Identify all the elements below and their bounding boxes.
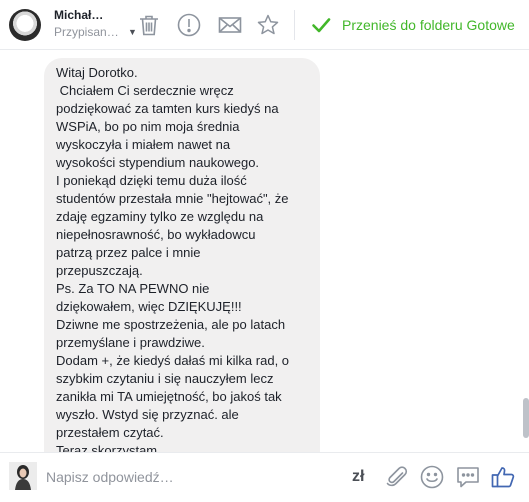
message-line: Teraz skorzystam <box>56 443 158 452</box>
message-line: Dziwne me spostrzeżenia, ale po latach <box>56 317 286 332</box>
like-icon[interactable] <box>490 464 516 490</box>
contact-name[interactable]: Michał… <box>54 8 103 22</box>
message-line: przepuszczają. <box>56 263 143 278</box>
star-icon[interactable] <box>255 12 281 38</box>
message-line: Ps. Za TO NA PEWNO nie <box>56 281 210 296</box>
message-line: zanikła mi TA umiejętność, bo jakoś tak <box>56 389 282 404</box>
alert-icon[interactable] <box>176 12 202 38</box>
message-line: zdaję egzaminy tylko ze względu na <box>56 209 264 224</box>
move-to-done-label: Przenieś do folderu Gotowe <box>342 17 515 33</box>
my-avatar <box>9 462 37 490</box>
message-line: patrzą przez palce i mnie <box>56 245 201 260</box>
saved-replies-icon[interactable] <box>455 464 481 490</box>
message-line: niepełnosrawność, bo wykładowcu <box>56 227 256 242</box>
message-line: WSPiA, bo po nim moja średnia <box>56 119 240 134</box>
toolbar-divider <box>294 10 295 40</box>
message-line: szybkim czytaniu i się nauczyłem lecz <box>56 371 274 386</box>
scrollbar-thumb[interactable] <box>523 398 529 438</box>
envelope-icon[interactable] <box>217 12 243 38</box>
message-line: przemyślane i prawdziwe. <box>56 335 205 350</box>
message-line: Dodam +, że kiedyś dałaś mi kilka rad, o <box>56 353 290 368</box>
message-line: Chciałem Ci serdecznie wręcz <box>56 83 234 98</box>
reply-input[interactable] <box>46 467 336 487</box>
message-line: podziękować za tamten kurs kiedyś na <box>56 101 279 116</box>
emoji-icon[interactable] <box>419 464 445 490</box>
message-line: wyszło. Wstyd się przyznać. ale <box>56 407 239 422</box>
message-line: I poniekąd dzięki temu duża ilość <box>56 173 247 188</box>
message-line: dziękowałem, więc DZIĘKUJĘ!!! <box>56 299 242 314</box>
message-thread[interactable]: Witaj Dorotko. Chciałem Ci serdecznie wr… <box>0 50 529 452</box>
currency-button[interactable]: zł <box>352 468 364 486</box>
checkmark-icon <box>312 18 331 33</box>
message-bubble: Witaj Dorotko. Chciałem Ci serdecznie wr… <box>44 58 320 452</box>
move-to-done-button[interactable]: Przenieś do folderu Gotowe <box>310 14 515 36</box>
message-line: Witaj Dorotko. <box>56 65 138 80</box>
message-line: przestałem czytać. <box>56 425 164 440</box>
conversation-header: Michał… Przypisan… ▼ Przenieś do folderu… <box>0 0 529 50</box>
attachment-icon[interactable] <box>384 464 410 490</box>
assignment-status[interactable]: Przypisan… <box>54 25 119 39</box>
message-line: wyskoczyła i miałem nawet na <box>56 137 231 152</box>
message-line: studentów przestała mnie "hejtować", że <box>56 191 289 206</box>
trash-icon[interactable] <box>136 12 162 38</box>
contact-avatar[interactable] <box>9 9 41 41</box>
message-line: wysokości stypendium naukowego. <box>56 155 260 170</box>
reply-composer: zł <box>0 452 529 502</box>
